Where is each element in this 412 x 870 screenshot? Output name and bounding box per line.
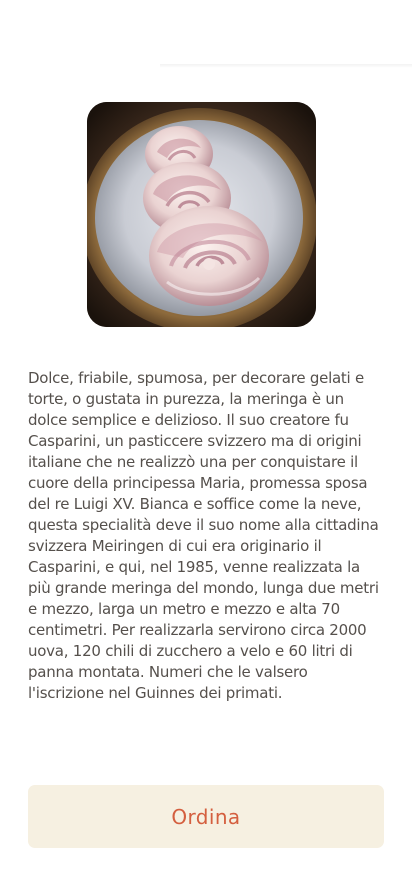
meringue-photo bbox=[87, 102, 316, 327]
meringue-photo-icon bbox=[87, 102, 316, 327]
product-description: Dolce, friabile, spumosa, per decorare g… bbox=[28, 369, 379, 702]
top-bar bbox=[0, 0, 412, 66]
order-button[interactable]: Ordina bbox=[28, 785, 384, 848]
top-bar-divider bbox=[160, 64, 412, 68]
